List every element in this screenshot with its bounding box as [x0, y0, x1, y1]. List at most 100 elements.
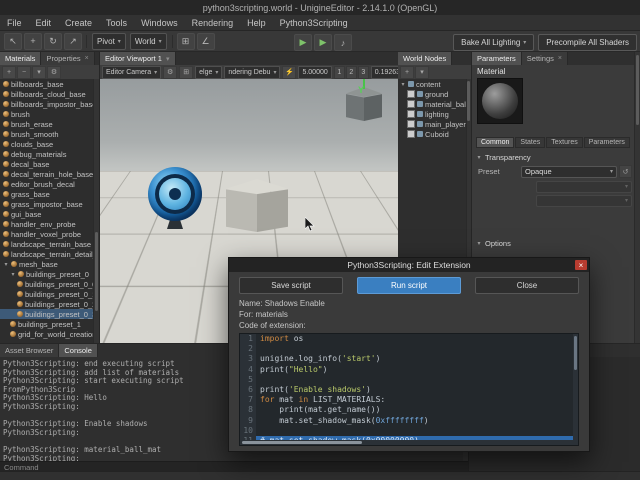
menu-item-python3scripting[interactable]: Python3Scripting — [273, 15, 355, 30]
menu-item-edit[interactable]: Edit — [29, 15, 59, 30]
options-section-header[interactable]: ▾ Options — [476, 239, 510, 248]
menu-item-windows[interactable]: Windows — [134, 15, 185, 30]
filter-dropdown-icon[interactable]: ▾ — [32, 65, 46, 79]
tab-editor-viewport-1[interactable]: Editor Viewport 1 ▾ — [100, 52, 176, 65]
material-item[interactable]: landscape_terrain_base — [0, 239, 94, 249]
material-item[interactable]: grid_for_world_creation — [0, 329, 94, 339]
play-icon[interactable]: ▶ — [294, 34, 312, 51]
material-item[interactable]: billboards_impostor_base — [0, 99, 94, 109]
run-player-icon[interactable]: ▶ — [314, 34, 332, 51]
node-filter-icon[interactable]: ▾ — [415, 65, 429, 79]
tab-console[interactable]: Console — [59, 344, 98, 357]
tab-world-nodes[interactable]: World Nodes — [398, 52, 453, 65]
material-item[interactable]: buildings_preset_1 — [0, 319, 94, 329]
move-tool-icon[interactable]: + — [24, 32, 42, 50]
viewport-gear-icon[interactable]: ⚙ — [163, 65, 178, 79]
expander-icon[interactable]: ▾ — [476, 154, 482, 161]
material-item[interactable]: handler_env_probe — [0, 219, 94, 229]
code-line[interactable]: 7 for mat in LIST_MATERIALS: — [240, 395, 578, 406]
subtab-common[interactable]: Common — [476, 137, 515, 148]
code-line[interactable]: 6 print('Enable shadows') — [240, 384, 578, 396]
add-node-icon[interactable]: + — [400, 65, 414, 79]
material-item[interactable]: editor_brush_decal — [0, 179, 94, 189]
material-item[interactable]: ▾ mesh_base — [0, 259, 94, 269]
node-item[interactable]: Cuboid — [398, 129, 467, 139]
material-item[interactable]: grass_impostor_base — [0, 199, 94, 209]
material-item[interactable]: billboards_cloud_base — [0, 89, 94, 99]
close-icon[interactable]: × — [85, 55, 89, 62]
material-item[interactable]: gui_base — [0, 209, 94, 219]
node-checkbox[interactable] — [407, 120, 415, 128]
menu-item-rendering[interactable]: Rendering — [185, 15, 241, 30]
expander-icon[interactable]: ▾ — [10, 271, 16, 278]
node-item[interactable]: ▾ content — [398, 79, 467, 89]
snap-angle-icon[interactable]: ∠ — [196, 32, 215, 50]
dialog-titlebar[interactable]: Python3Scripting: Edit Extension × — [229, 258, 589, 272]
materials-scrollbar-thumb[interactable] — [95, 232, 98, 312]
subtab-states[interactable]: States — [515, 137, 546, 148]
menu-item-help[interactable]: Help — [240, 15, 273, 30]
camera-dropdown[interactable]: Editor Camera ▾ — [102, 65, 162, 79]
material-item[interactable]: buildings_preset_0_2 — [0, 299, 94, 309]
transparency-section-header[interactable]: ▾ Transparency — [476, 153, 530, 162]
tab-materials[interactable]: Materials — [0, 52, 42, 65]
material-item[interactable]: clouds_base — [0, 139, 94, 149]
code-line[interactable]: 4 print("Hello") — [240, 364, 578, 375]
menu-item-tools[interactable]: Tools — [99, 15, 134, 30]
sound-icon[interactable]: ♪ — [334, 34, 352, 51]
node-checkbox[interactable] — [407, 90, 415, 98]
tab-properties[interactable]: Properties × — [41, 52, 95, 65]
node-item[interactable]: material_ball — [398, 99, 467, 109]
precompile-all-shaders-button[interactable]: Precompile All Shaders — [538, 34, 637, 51]
node-checkbox[interactable] — [407, 100, 415, 108]
preset-dropdown[interactable]: Opaque ▾ — [521, 165, 617, 178]
code-editor[interactable]: 1 import os 2 3 unigine.log_info('start') 4 pr… — [239, 333, 579, 446]
reference-cube-object[interactable]: Y — [346, 79, 384, 127]
code-line[interactable]: 5 — [240, 374, 578, 385]
material-item[interactable]: brush_smooth — [0, 129, 94, 139]
material-options-gear-icon[interactable]: ⚙ — [47, 65, 61, 79]
expander-icon[interactable]: ▾ — [476, 240, 482, 247]
menu-item-file[interactable]: File — [0, 15, 29, 30]
code-vertical-scrollbar[interactable] — [573, 334, 578, 445]
parameters-scrollbar-thumb[interactable] — [636, 55, 639, 125]
close-icon[interactable]: × — [558, 55, 562, 62]
camera-slot-2[interactable]: 2 — [345, 65, 357, 79]
material-item[interactable]: landscape_terrain_detail_base — [0, 249, 94, 259]
code-line[interactable]: 3 unigine.log_info('start') — [240, 354, 578, 365]
camera-slot-1[interactable]: 1 — [333, 65, 345, 79]
rendering-debug-dropdown[interactable]: ndering Debu ▾ — [224, 65, 281, 79]
material-preview[interactable] — [477, 78, 523, 124]
select-tool-icon[interactable]: ↖ — [4, 32, 22, 50]
camera-slot-3[interactable]: 3 — [357, 65, 369, 79]
bake-all-lighting-button[interactable]: Bake All Lighting ▾ — [453, 34, 535, 51]
code-line[interactable]: 2 — [240, 344, 578, 355]
dialog-close-icon[interactable]: × — [575, 260, 587, 270]
code-line[interactable]: 1 import os — [240, 334, 578, 345]
material-item[interactable]: handler_voxel_probe — [0, 229, 94, 239]
camera-speed-icon[interactable]: ⚡ — [282, 65, 297, 79]
expander-icon[interactable]: ▾ — [400, 81, 406, 88]
helpers-dropdown[interactable]: elge ▾ — [195, 65, 223, 79]
node-checkbox[interactable] — [407, 110, 415, 118]
snap-grid-icon[interactable]: ⊞ — [176, 32, 195, 50]
material-item[interactable]: brush — [0, 109, 94, 119]
material-item[interactable]: decal_base — [0, 159, 94, 169]
code-horizontal-scrollbar[interactable] — [240, 440, 573, 445]
materials-scrollbar[interactable] — [93, 79, 99, 343]
node-item[interactable]: ground — [398, 89, 467, 99]
run-script-button[interactable]: Run script — [357, 277, 461, 294]
expander-icon[interactable]: ▾ — [3, 261, 9, 268]
rotate-tool-icon[interactable]: ↻ — [44, 32, 62, 50]
tab-asset-browser[interactable]: Asset Browser — [0, 344, 60, 357]
code-line[interactable]: 9 mat.set_shadow_mask(0xffffffff) — [240, 415, 578, 426]
material-item[interactable]: brush_erase — [0, 119, 94, 129]
tab-settings[interactable]: Settings × — [521, 52, 568, 65]
close-button[interactable]: Close — [475, 277, 579, 294]
node-item[interactable]: main_player — [398, 119, 467, 129]
titlebar[interactable]: python3scripting.world - UnigineEditor -… — [0, 0, 640, 15]
preset-reset-icon[interactable]: ↺ — [619, 165, 632, 178]
node-checkbox[interactable] — [407, 130, 415, 138]
material-item[interactable]: buildings_preset_0_3 — [0, 309, 94, 319]
camera-speed-input[interactable]: 5.00000 — [298, 65, 332, 79]
